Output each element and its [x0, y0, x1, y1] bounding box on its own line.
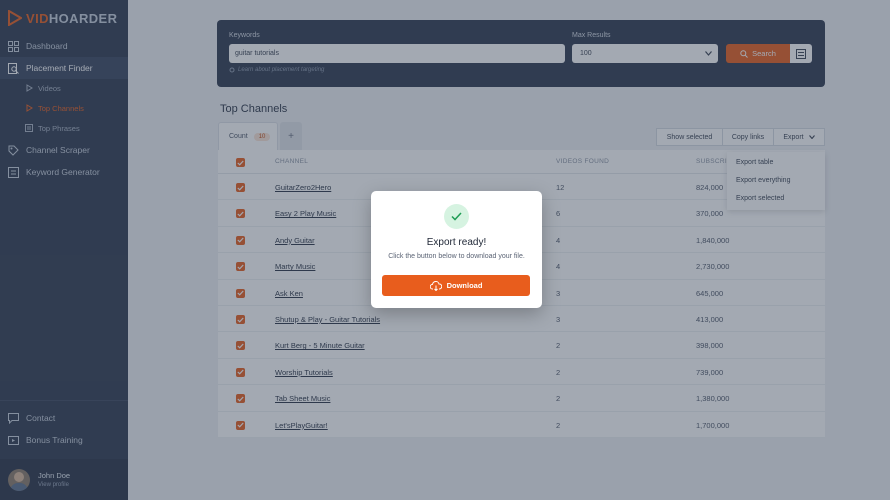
- success-check-icon: [444, 204, 469, 229]
- dialog-title: Export ready!: [426, 237, 487, 248]
- cloud-download-icon: [429, 280, 442, 291]
- download-button-label: Download: [446, 281, 483, 290]
- download-button[interactable]: Download: [382, 275, 530, 296]
- dialog-text: Click the button below to download your …: [388, 253, 525, 260]
- export-ready-dialog: Export ready! Click the button below to …: [371, 191, 542, 308]
